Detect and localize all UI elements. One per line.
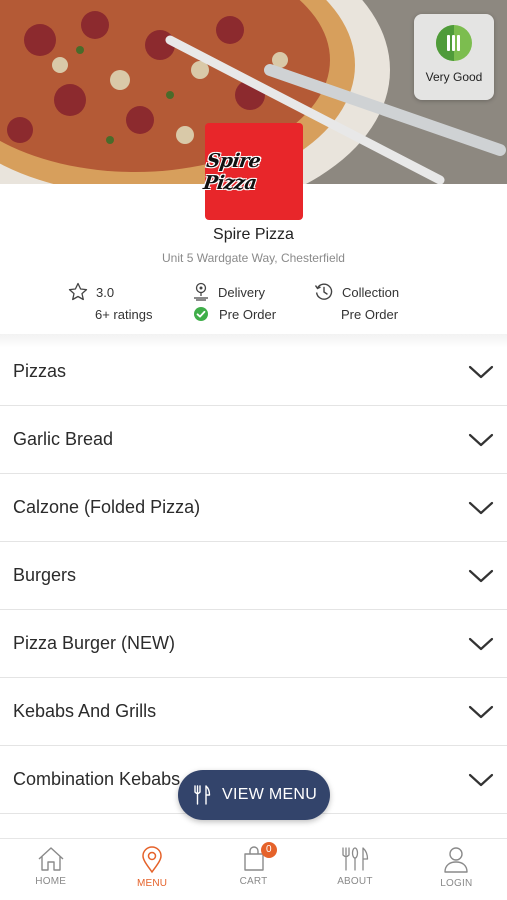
category-label: Combination Kebabs xyxy=(13,769,181,789)
hygiene-rating-badge[interactable]: Very Good xyxy=(414,14,494,100)
home-icon xyxy=(38,847,64,871)
check-circle-icon xyxy=(194,307,208,321)
restaurant-name: Spire Pizza xyxy=(213,226,294,243)
menu-category-burgers[interactable]: Burgers xyxy=(0,542,507,610)
location-pin-icon xyxy=(142,846,162,874)
history-clock-icon xyxy=(314,283,333,300)
star-icon xyxy=(68,282,88,301)
chevron-down-icon xyxy=(468,365,494,378)
category-label: Pizza Burger (NEW) xyxy=(13,633,176,653)
hygiene-fork-icon xyxy=(436,25,472,61)
hygiene-rating-label: Very Good xyxy=(425,70,483,84)
restaurant-logo: Spire Pizza xyxy=(201,123,303,220)
restaurant-logo-text: Spire Pizza xyxy=(201,149,262,194)
category-label: Calzone (Folded Pizza) xyxy=(13,497,201,517)
bottom-tab-bar: HOME MENU 0 CART ABOUT LOGIN xyxy=(0,838,507,900)
category-label: Garlic Bread xyxy=(13,429,114,449)
chevron-down-icon xyxy=(468,501,494,514)
tab-cart[interactable]: 0 CART xyxy=(203,839,304,900)
chevron-down-icon xyxy=(468,637,494,650)
tab-about[interactable]: ABOUT xyxy=(304,839,405,900)
collection-info: Collection Pre Order xyxy=(314,282,399,324)
view-menu-label: VIEW MENU xyxy=(222,786,318,803)
menu-category-calzone[interactable]: Calzone (Folded Pizza) xyxy=(0,474,507,542)
tab-label: LOGIN xyxy=(440,878,473,889)
menu-category-garlic-bread[interactable]: Garlic Bread xyxy=(0,406,507,474)
rating-info: 3.0 6+ ratings xyxy=(68,282,152,324)
category-label: Pizzas xyxy=(13,361,67,381)
delivery-pin-icon xyxy=(194,282,208,301)
cutlery-icon xyxy=(194,785,211,805)
menu-category-kebabs-and-grills[interactable]: Kebabs And Grills xyxy=(0,678,507,746)
menu-category-pizza-burger[interactable]: Pizza Burger (NEW) xyxy=(0,610,507,678)
menu-category-list: Pizzas Garlic Bread Calzone (Folded Pizz… xyxy=(0,338,507,814)
rating-value: 3.0 xyxy=(96,284,115,300)
menu-category-pizzas[interactable]: Pizzas xyxy=(0,338,507,406)
tab-menu[interactable]: MENU xyxy=(101,839,202,900)
chevron-down-icon xyxy=(468,705,494,718)
chevron-down-icon xyxy=(468,433,494,446)
collection-label: Collection xyxy=(342,284,400,300)
tab-label: CART xyxy=(239,876,268,887)
collection-status: Pre Order xyxy=(341,306,399,322)
tab-label: MENU xyxy=(136,878,168,889)
delivery-status: Pre Order xyxy=(219,306,277,322)
view-menu-button[interactable]: VIEW MENU xyxy=(178,770,330,820)
tab-home[interactable]: HOME xyxy=(0,839,101,900)
chevron-down-icon xyxy=(468,569,494,582)
cutlery-icon xyxy=(342,847,369,871)
tab-label: ABOUT xyxy=(337,876,373,887)
tab-label: HOME xyxy=(35,876,67,887)
delivery-info: Delivery Pre Order xyxy=(192,282,276,324)
rating-count: 6+ ratings xyxy=(95,306,153,322)
user-icon xyxy=(444,847,469,873)
cart-count-badge: 0 xyxy=(260,842,277,858)
restaurant-address: Unit 5 Wardgate Way, Chesterfield xyxy=(162,251,345,265)
category-label: Burgers xyxy=(13,565,77,585)
category-label: Kebabs And Grills xyxy=(13,701,157,721)
chevron-down-icon xyxy=(468,773,494,786)
tab-login[interactable]: LOGIN xyxy=(406,839,507,900)
delivery-label: Delivery xyxy=(218,284,265,300)
